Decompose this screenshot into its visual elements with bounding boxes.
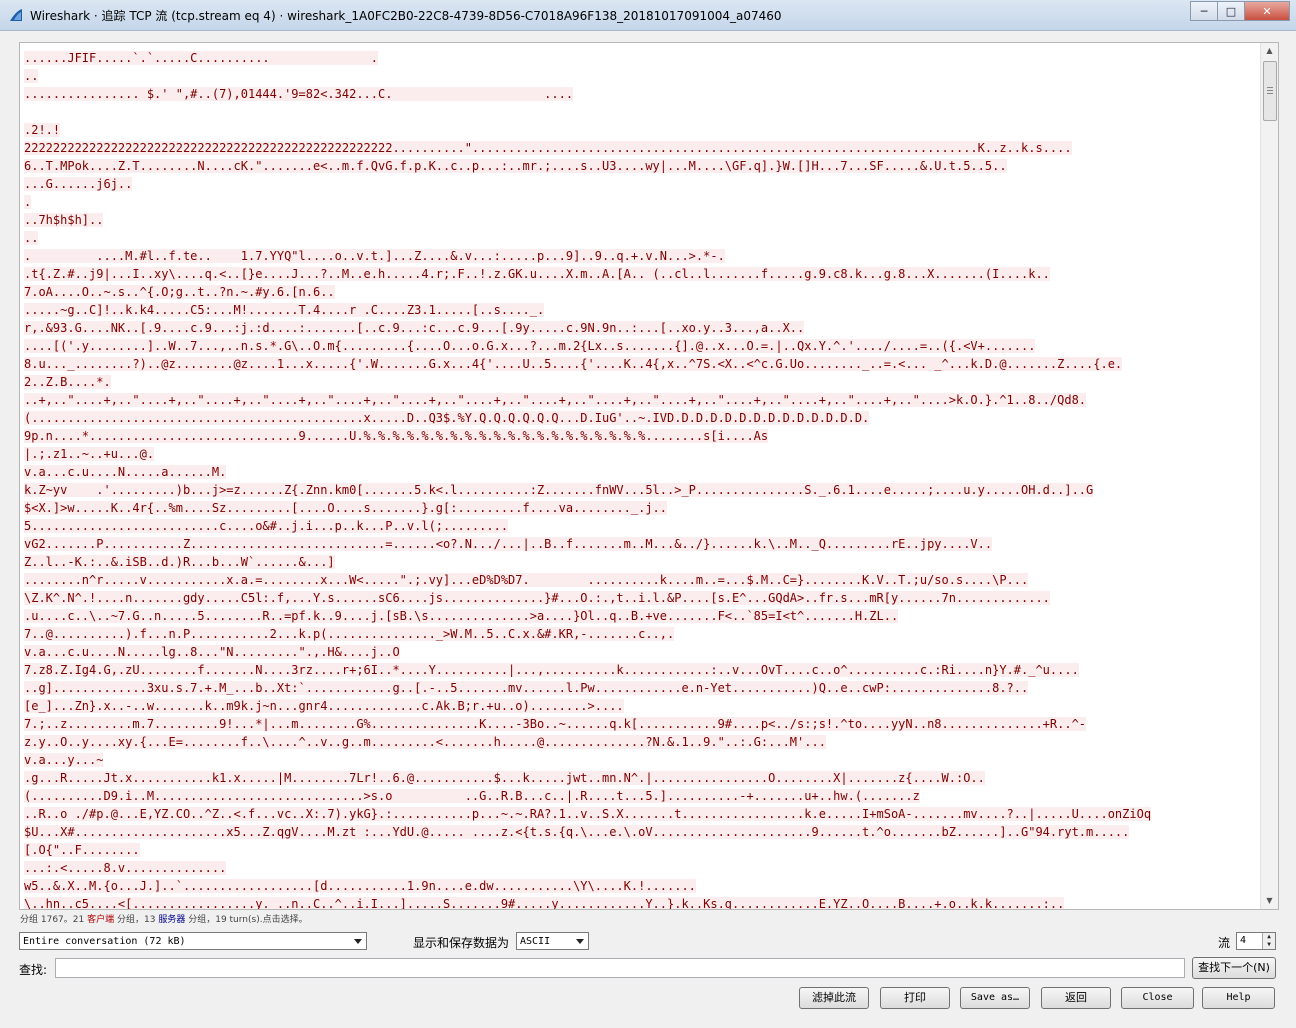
stream-line: . xyxy=(24,195,32,209)
help-button[interactable]: Help xyxy=(1202,987,1275,1009)
stream-line: 9p.n....*.............................9.… xyxy=(24,429,769,443)
stream-line: .2!.! xyxy=(24,123,61,137)
filter-out-stream-button[interactable]: 滤掉此流 xyxy=(799,987,869,1009)
find-input[interactable] xyxy=(55,958,1185,978)
stream-line: v.a...c.u....N.....a......M. xyxy=(24,465,227,479)
stream-line: ..R..o ./#p.@...E,YZ.CO..^Z..<.f...vc..X… xyxy=(24,807,1152,821)
chevron-down-icon xyxy=(576,939,584,944)
stream-line: \Z.K^.N^.!....n.......gdy.....C5l:.f,...… xyxy=(24,591,1050,605)
close-window-button[interactable]: ✕ xyxy=(1244,1,1290,21)
stream-line: 7.oA....O..~.s..^{.O;g..t..?n.~.#y.6.[n.… xyxy=(24,285,335,299)
stream-line: [.O{"..F........ xyxy=(24,843,140,857)
find-label: 查找: xyxy=(19,963,48,977)
chevron-down-icon xyxy=(354,939,362,944)
scroll-down-icon[interactable]: ▼ xyxy=(1261,893,1278,909)
stream-line: ........n^r.....v...........x.a.=.......… xyxy=(24,573,1029,587)
stream-line: |.;.z1..~..+u...@. xyxy=(24,447,155,461)
conversation-select[interactable]: Entire conversation (72 kB) xyxy=(19,932,367,950)
stream-line: w5..&.X..M.{o...J.]..`..................… xyxy=(24,879,696,893)
vertical-scrollbar[interactable]: ▲ ▼ xyxy=(1260,43,1278,909)
stream-label: 流 xyxy=(1218,936,1231,950)
stream-line: 5..........................c....o&#..j.i… xyxy=(24,519,509,533)
stream-line: Z..l..-K.:..&.iSB..d.)R...b...W`......&.… xyxy=(24,555,335,569)
stream-content-pane[interactable]: ......JFIF.....`.`.....C.......... .....… xyxy=(19,42,1279,910)
back-button[interactable]: 返回 xyxy=(1041,987,1111,1009)
find-next-button[interactable]: 查找下一个(N) xyxy=(1192,957,1276,979)
stream-line: .u....c..\..~7.G..n.....5........R..=pf.… xyxy=(24,609,899,623)
minimize-button[interactable]: ─ xyxy=(1190,1,1218,21)
stream-line: ..+,.."....+,.."....+,.."....+,.."....+,… xyxy=(24,393,1087,407)
stream-line: 6..T.MPok....Z.T........N....cK.".......… xyxy=(24,159,1007,173)
save-as-button[interactable]: Save as… xyxy=(960,987,1030,1009)
stream-line: 2222222222222222222222222222222222222222… xyxy=(24,141,1072,155)
stream-line: k.Z~yv .'.........)b...j>=z......Z{.Znn.… xyxy=(24,483,1094,497)
stream-line xyxy=(24,103,1256,121)
stream-line: 7.;..z.........m.7.........9!...*|...m..… xyxy=(24,717,1087,731)
stream-line: 7..@..........).f...n.P...........2...k.… xyxy=(24,627,675,641)
stream-lines: ......JFIF.....`.`.....C.......... .....… xyxy=(24,49,1256,910)
print-button[interactable]: 打印 xyxy=(880,987,950,1009)
server-label[interactable]: 服务器 xyxy=(158,915,185,925)
client-label[interactable]: 客户端 xyxy=(87,915,114,925)
stream-line: .....~g..C]!..k.k4.....C5:...M!.......T.… xyxy=(24,303,545,317)
stepper-down-icon[interactable]: ▼ xyxy=(1263,941,1275,949)
stream-line: v.a...c.u....N.....lg..8..."N.........".… xyxy=(24,645,400,659)
stream-line: $U...X#.....................x5...Z.qgV..… xyxy=(24,825,1130,839)
stream-line: .. xyxy=(24,231,39,245)
title-bar: Wireshark · 追踪 TCP 流 (tcp.stream eq 4) ·… xyxy=(0,0,1296,31)
stepper-up-icon[interactable]: ▲ xyxy=(1263,933,1275,941)
stream-line: ...G......j6j.. xyxy=(24,177,133,191)
stream-line: ................ $.' ",#..(7),01444.'9=8… xyxy=(24,87,574,101)
stream-line: 2..Z.B....*. xyxy=(24,375,111,389)
scroll-up-icon[interactable]: ▲ xyxy=(1261,43,1278,59)
stream-line: 7.z8.Z.Ig4.G,.zU........f.......N....3rz… xyxy=(24,663,1079,677)
stream-line: 8.u..._........?)..@z........@z....1...x… xyxy=(24,357,1123,371)
show-as-label: 显示和保存数据为 xyxy=(413,936,510,950)
stream-line: $<X.]>w.....K..4r{..%m....Sz.........[..… xyxy=(24,501,667,515)
stream-line: ......JFIF.....`.`.....C.......... . xyxy=(24,51,379,65)
stream-line: .g...R.....Jt.x...........k1.x.....|M...… xyxy=(24,771,985,785)
stream-line: ..7h$h$h].. xyxy=(24,213,104,227)
stream-line: z.y..O..y....xy.{...E=........f..\....^.… xyxy=(24,735,826,749)
maximize-button[interactable]: □ xyxy=(1217,1,1245,21)
encoding-select[interactable]: ASCII xyxy=(516,932,589,950)
stream-line: (.......................................… xyxy=(24,411,870,425)
stream-line: vG2.......P...........Z.................… xyxy=(24,537,993,551)
stream-line: ..g].............3xu.s.7.+.M_...b..Xt:`.… xyxy=(24,681,1029,695)
stream-line: (..........D9.i..M......................… xyxy=(24,789,920,803)
stream-line: v.a...y...~ xyxy=(24,753,104,767)
stream-line: [e_]...Zn}.x..-..w.......k..m9k.j~n...gn… xyxy=(24,699,624,713)
wireshark-fin-icon xyxy=(10,9,22,21)
stream-line: \..hn..c5....<[.................y. ..n..… xyxy=(24,897,1065,910)
stream-line: ....[('.y........]..W..7...,..n.s.*.G\..… xyxy=(24,339,1036,353)
scroll-thumb[interactable] xyxy=(1263,61,1277,121)
stream-number-stepper[interactable]: 4 ▲ ▼ xyxy=(1236,932,1276,950)
stream-line: r,.&93.G....NK..[.9....c.9...:j.:d....:.… xyxy=(24,321,805,335)
stream-status-text: 分组 1767。21 客户端 分组，13 服务器 分组，19 turn(s).点… xyxy=(20,915,308,925)
close-button[interactable]: Close xyxy=(1121,987,1194,1009)
stream-line: .. xyxy=(24,69,39,83)
stream-line: . ....M.#l..f.te.. 1.7.YYQ"l....o..v.t.]… xyxy=(24,249,725,263)
window-title: Wireshark · 追踪 TCP 流 (tcp.stream eq 4) ·… xyxy=(30,9,782,23)
stream-line: .t{.Z.#..j9|...I..xy\....q.<..[}e....J..… xyxy=(24,267,1050,281)
stream-line: ...:.<.....8.v.............. xyxy=(24,861,227,875)
